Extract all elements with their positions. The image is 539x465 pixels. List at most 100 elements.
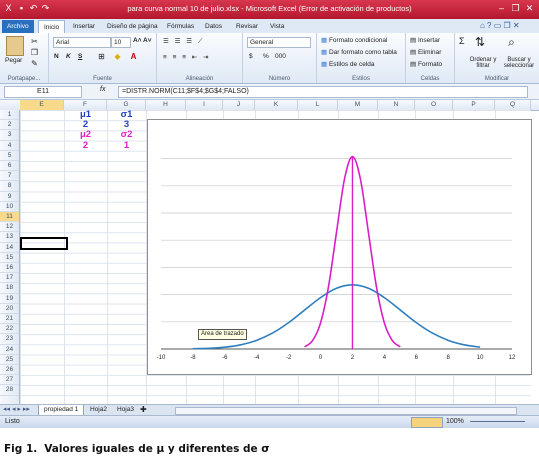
- tab-revisar[interactable]: Revisar: [231, 20, 263, 33]
- paste-icon[interactable]: [6, 36, 24, 56]
- column-header-q[interactable]: Q: [495, 100, 531, 110]
- sheet-tab-hoja2[interactable]: Hoja2: [85, 405, 112, 415]
- column-header-l[interactable]: L: [298, 100, 338, 110]
- column-header-j[interactable]: J: [223, 100, 255, 110]
- group-styles: ▦ Formato condicional ▦ Dar formato como…: [317, 33, 406, 83]
- copy-icon[interactable]: ❐: [30, 48, 39, 57]
- new-sheet-icon[interactable]: ✚: [140, 405, 147, 414]
- sort-filter-button[interactable]: Ordenar y filtrar: [468, 57, 498, 69]
- format-painter-icon[interactable]: ✎: [30, 59, 39, 68]
- column-header-p[interactable]: P: [453, 100, 495, 110]
- underline-button[interactable]: S: [78, 53, 82, 60]
- column-header-i[interactable]: I: [186, 100, 223, 110]
- row-header-15[interactable]: 15: [0, 253, 19, 263]
- borders-icon[interactable]: ⊞: [97, 52, 106, 61]
- table-format-button[interactable]: ▦ Dar formato como tabla: [321, 48, 397, 56]
- row-header-8[interactable]: 8: [0, 181, 19, 192]
- font-name-select[interactable]: Arial: [53, 37, 111, 48]
- row-header-2[interactable]: 2: [0, 120, 19, 131]
- grow-font-icon[interactable]: A˄ A˅: [133, 37, 152, 44]
- help-icon[interactable]: ⌂ ? ▭ ❐ ✕: [480, 21, 520, 30]
- find-select-button[interactable]: Buscar y seleccionar: [501, 57, 537, 69]
- sheet-tab-hoja3[interactable]: Hoja3: [112, 405, 139, 415]
- row-header-7[interactable]: 7: [0, 171, 19, 182]
- row-header-21[interactable]: 21: [0, 314, 19, 325]
- cut-icon[interactable]: ✂: [30, 37, 39, 46]
- row-header-11[interactable]: 11: [0, 212, 19, 223]
- tab-inicio[interactable]: Inicio: [38, 20, 66, 34]
- bold-button[interactable]: N: [54, 53, 59, 60]
- tab-insertar[interactable]: Insertar: [68, 20, 100, 33]
- number-format-select[interactable]: General: [247, 37, 311, 48]
- row-header-24[interactable]: 24: [0, 345, 19, 355]
- row-header-22[interactable]: 22: [0, 324, 19, 335]
- font-color-icon[interactable]: A: [129, 52, 138, 61]
- sheet-nav-icon[interactable]: ◂◂ ◂ ▸ ▸▸: [3, 405, 30, 413]
- column-header-h[interactable]: H: [146, 100, 186, 110]
- x-tick-label: -8: [190, 355, 196, 361]
- row-header-1[interactable]: 1: [0, 110, 19, 121]
- column-header-o[interactable]: O: [415, 100, 453, 110]
- insert-cells-button[interactable]: ▤ Insertar: [410, 36, 440, 44]
- figure-caption: Fig 1. Valores iguales de μ y diferentes …: [4, 443, 269, 455]
- row-header-9[interactable]: 9: [0, 192, 19, 202]
- delete-cells-button[interactable]: ▤ Eliminar: [410, 48, 441, 56]
- selected-cell[interactable]: [20, 237, 68, 250]
- horizontal-scrollbar[interactable]: [175, 407, 517, 415]
- row-header-13[interactable]: 13: [0, 232, 19, 243]
- row-header-12[interactable]: 12: [0, 222, 19, 233]
- row-header-14[interactable]: 14: [0, 243, 19, 253]
- row-header-17[interactable]: 17: [0, 273, 19, 284]
- column-header-e[interactable]: E: [20, 100, 64, 110]
- percent-button[interactable]: %: [263, 53, 269, 60]
- font-size-select[interactable]: 10: [111, 37, 131, 48]
- tab-datos[interactable]: Datos: [200, 20, 227, 33]
- tab-archivo[interactable]: Archivo: [2, 20, 34, 33]
- row-header-5[interactable]: 5: [0, 151, 19, 161]
- restore-icon[interactable]: ❐: [509, 2, 522, 14]
- tab-formulas[interactable]: Fórmulas: [162, 20, 199, 33]
- paste-button[interactable]: Pegar: [5, 57, 22, 64]
- close-icon[interactable]: ✕: [523, 2, 536, 14]
- column-header-m[interactable]: M: [338, 100, 378, 110]
- minimize-icon[interactable]: –: [495, 2, 508, 14]
- autosum-button[interactable]: Σ: [459, 36, 465, 46]
- format-cells-button[interactable]: ▤ Formato: [410, 60, 442, 68]
- conditional-format-button[interactable]: ▦ Formato condicional: [321, 36, 387, 44]
- row-header-20[interactable]: 20: [0, 304, 19, 314]
- italic-button[interactable]: K: [66, 53, 71, 60]
- row-header-6[interactable]: 6: [0, 161, 19, 172]
- row-header-18[interactable]: 18: [0, 283, 19, 294]
- find-icon[interactable]: ⌕: [507, 36, 516, 48]
- currency-button[interactable]: $: [249, 53, 253, 60]
- zoom-slider[interactable]: [470, 421, 525, 422]
- column-header-k[interactable]: K: [255, 100, 298, 110]
- align-left-icon[interactable]: ≡ ≡ ≡ ⇤ ⇥: [163, 53, 211, 61]
- thousands-button[interactable]: 000: [275, 53, 286, 60]
- column-header-n[interactable]: N: [378, 100, 415, 110]
- row-header-26[interactable]: 26: [0, 365, 19, 376]
- row-header-27[interactable]: 27: [0, 375, 19, 386]
- tab-vista[interactable]: Vista: [265, 20, 289, 33]
- view-normal-icon[interactable]: [411, 417, 443, 428]
- cell-styles-button[interactable]: ▦ Estilos de celda: [321, 60, 374, 68]
- fill-color-icon[interactable]: ◆: [113, 52, 122, 61]
- x-tick-label: -6: [222, 355, 228, 361]
- row-header-4[interactable]: 4: [0, 141, 19, 151]
- sort-filter-icon[interactable]: ⇅: [475, 36, 485, 48]
- row-header-23[interactable]: 23: [0, 334, 19, 345]
- row-header-19[interactable]: 19: [0, 294, 19, 304]
- row-header-25[interactable]: 25: [0, 355, 19, 365]
- cell-g4[interactable]: 1: [109, 140, 145, 151]
- zoom-level[interactable]: 100%: [446, 418, 464, 425]
- name-box[interactable]: E11: [4, 86, 82, 98]
- align-top-icon[interactable]: ☰ ☰ ☰ ⟋: [163, 37, 204, 46]
- row-header-16[interactable]: 16: [0, 263, 19, 274]
- fx-icon[interactable]: fx: [100, 86, 105, 93]
- cell-f4[interactable]: 2: [68, 140, 104, 151]
- row-header-3[interactable]: 3: [0, 130, 19, 141]
- row-header-10[interactable]: 10: [0, 202, 19, 212]
- row-header-28[interactable]: 28: [0, 385, 19, 396]
- formula-input[interactable]: =DISTR.NORM(C11;$F$4;$G$4;FALSO): [118, 86, 528, 98]
- tab-diseno[interactable]: Diseño de página: [102, 20, 163, 33]
